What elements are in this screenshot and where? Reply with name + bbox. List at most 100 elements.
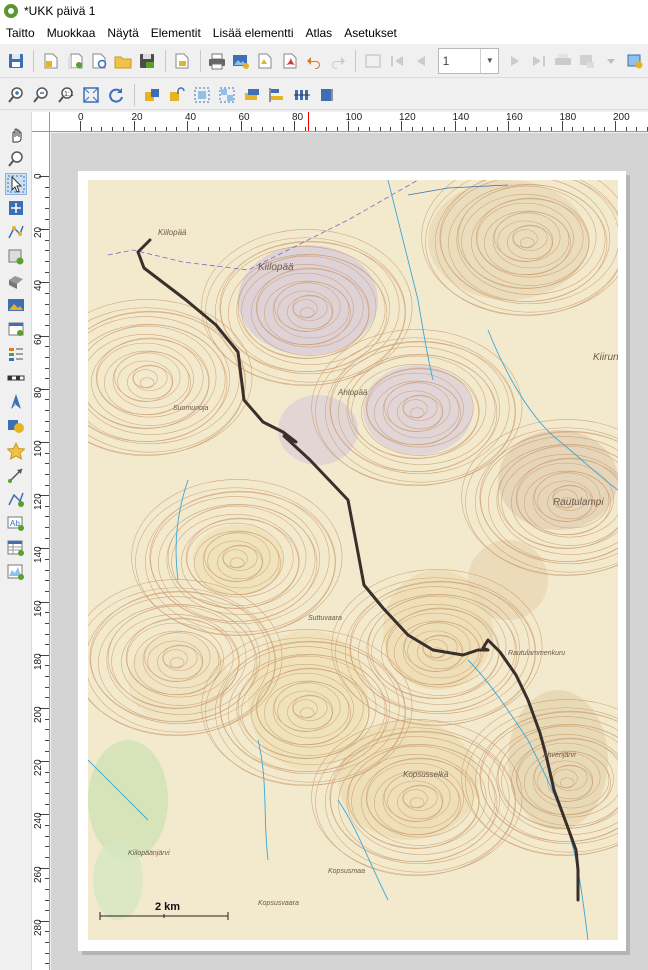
export-pdf-icon[interactable] — [278, 49, 301, 73]
ruler-label: 180 — [559, 112, 577, 123]
add-map-icon[interactable] — [5, 246, 27, 268]
map-place-label: Kopsusmaa — [328, 868, 365, 875]
menu-taitto[interactable]: Taitto — [6, 26, 35, 40]
export-atlas-icon[interactable] — [576, 49, 599, 73]
layout-page[interactable]: Kiilopää Kiilopää Ahlopää Rautulampi Kopsuss… — [78, 171, 626, 951]
unlock-items-icon[interactable] — [165, 83, 189, 107]
add-elevation-profile-icon[interactable] — [5, 561, 27, 583]
ruler-label: 280 — [33, 919, 44, 936]
add-label-icon[interactable]: Ab — [5, 512, 27, 534]
menu-muokkaa[interactable]: Muokkaa — [47, 26, 96, 40]
new-layout-icon[interactable] — [39, 49, 62, 73]
menu-atlas[interactable]: Atlas — [306, 26, 333, 40]
add-attribute-table-icon[interactable] — [5, 537, 27, 559]
qgis-logo-icon — [4, 4, 18, 18]
add-marker-icon[interactable] — [5, 440, 27, 462]
map-place-label: Kiilopää — [258, 262, 294, 273]
menu-elementit[interactable]: Elementit — [151, 26, 201, 40]
raise-items-icon[interactable] — [240, 83, 264, 107]
map-place-label: Kopsusvaara — [258, 900, 299, 907]
ungroup-items-icon[interactable] — [215, 83, 239, 107]
svg-text:A: A — [13, 404, 17, 410]
map-place-label: Kiilopäänjärvi — [128, 850, 170, 857]
terrain-relief — [508, 690, 608, 830]
ruler-label: 200 — [33, 706, 44, 723]
zoom-out-icon[interactable] — [29, 83, 53, 107]
layout-manager-icon[interactable] — [87, 49, 110, 73]
ruler-label: 180 — [33, 653, 44, 670]
add-shape-icon[interactable] — [5, 415, 27, 437]
ruler-label: 100 — [33, 440, 44, 457]
map-place-label: Rautulammenkuru — [508, 650, 565, 657]
map-item[interactable]: Kiilopää Kiilopää Ahlopää Rautulampi Kopsuss… — [88, 180, 618, 940]
align-items-icon[interactable] — [265, 83, 289, 107]
previous-feature-icon[interactable] — [410, 49, 433, 73]
scale-bar-label: 2 km — [155, 901, 180, 913]
menu-nayta[interactable]: Näytä — [107, 26, 138, 40]
first-feature-icon[interactable] — [385, 49, 408, 73]
toolbar-separator — [199, 49, 201, 72]
add-picture-icon[interactable] — [5, 294, 27, 316]
lock-items-icon[interactable] — [140, 83, 164, 107]
map-place-label: Kopsusselkä — [403, 770, 449, 779]
open-template-icon[interactable] — [111, 49, 134, 73]
zoom-tool-icon[interactable] — [5, 148, 27, 170]
add-node-item-icon[interactable] — [5, 488, 27, 510]
ruler-label: 140 — [33, 546, 44, 564]
add-north-arrow-icon[interactable]: A — [5, 391, 27, 413]
zoom-100-icon[interactable]: 1:1 — [54, 83, 78, 107]
redo-icon[interactable] — [326, 49, 349, 73]
atlas-page-selector[interactable]: 1 ▼ — [437, 47, 500, 74]
terrain-relief — [498, 430, 618, 530]
pan-icon[interactable] — [5, 124, 27, 146]
ruler-label: 240 — [33, 812, 44, 830]
zoom-full-icon[interactable] — [79, 83, 103, 107]
export-svg-icon[interactable] — [254, 49, 277, 73]
last-feature-icon[interactable] — [527, 49, 550, 73]
menu-lisaa-elementti[interactable]: Lisää elementti — [213, 26, 294, 40]
ruler-label: 0 — [78, 112, 84, 123]
refresh-icon[interactable] — [104, 83, 128, 107]
next-feature-icon[interactable] — [503, 49, 526, 73]
print-icon[interactable] — [206, 49, 229, 73]
zoom-in-icon[interactable] — [4, 83, 28, 107]
add-legend-icon[interactable] — [5, 343, 27, 365]
svg-text:1:1: 1:1 — [64, 91, 74, 98]
chevron-down-icon[interactable] — [600, 49, 623, 73]
add-3d-map-icon[interactable] — [5, 270, 27, 292]
map-place-label: Rautulampi — [553, 497, 604, 508]
duplicate-layout-icon[interactable] — [63, 49, 86, 73]
menu-asetukset[interactable]: Asetukset — [344, 26, 397, 40]
atlas-preview-icon[interactable] — [361, 49, 384, 73]
ruler-label: 120 — [399, 112, 416, 123]
distribute-items-icon[interactable] — [290, 83, 314, 107]
map-place-label: Ahlopää — [337, 388, 368, 397]
select-move-icon[interactable] — [5, 173, 27, 195]
terrain-relief — [338, 720, 478, 840]
map-place-label: Kiiruna — [593, 352, 618, 363]
edit-nodes-icon[interactable] — [5, 221, 27, 243]
print-atlas-icon[interactable] — [552, 49, 575, 73]
group-items-icon[interactable] — [190, 83, 214, 107]
ruler-label: 160 — [33, 599, 44, 617]
ruler-label: 80 — [33, 386, 44, 398]
layout-canvas[interactable]: Kiilopää Kiilopää Ahlopää Rautulampi Kopsuss… — [51, 133, 648, 970]
add-html-icon[interactable] — [5, 318, 27, 340]
add-scalebar-icon[interactable] — [5, 367, 27, 389]
toolbar-separator — [134, 83, 135, 106]
atlas-settings-icon[interactable] — [624, 49, 647, 73]
save-template-icon[interactable] — [136, 49, 159, 73]
move-content-icon[interactable] — [5, 197, 27, 219]
resize-items-icon[interactable] — [315, 83, 339, 107]
page-setup-icon[interactable] — [171, 49, 194, 73]
ruler-label: 260 — [33, 865, 44, 883]
undo-icon[interactable] — [302, 49, 325, 73]
horizontal-ruler: 0 20 40 60 80 100 120 140 160 180 200 — [50, 112, 648, 132]
add-arrow-icon[interactable] — [5, 464, 27, 486]
export-image-icon[interactable] — [230, 49, 253, 73]
ruler-corner — [32, 112, 50, 132]
ruler-label: 40 — [33, 280, 44, 292]
save-icon[interactable] — [4, 49, 27, 73]
map-place-label: Suttuvaara — [308, 615, 342, 622]
chevron-down-icon[interactable]: ▼ — [480, 48, 498, 73]
